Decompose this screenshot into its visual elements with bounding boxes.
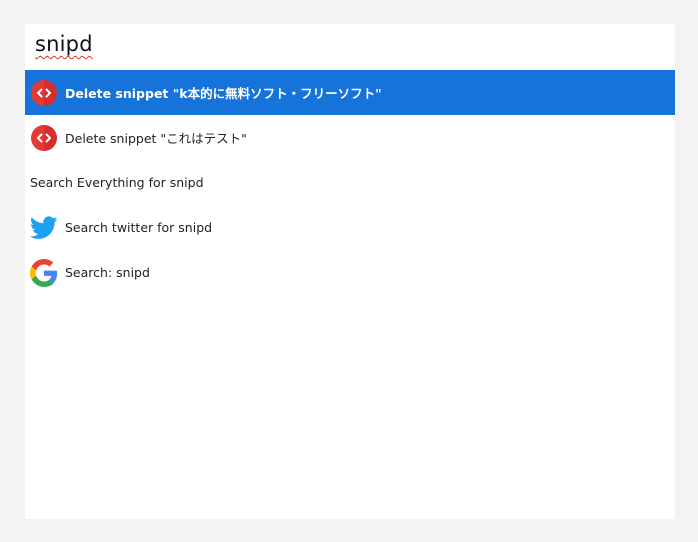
result-label: Search twitter for snipd — [65, 220, 213, 235]
search-box[interactable]: snipd — [25, 24, 675, 70]
result-delete-snippet-2[interactable]: Delete snippet "これはテスト" — [25, 115, 675, 160]
code-snippet-icon — [30, 124, 58, 152]
result-delete-snippet-1[interactable]: Delete snippet "k本的に無料ソフト・フリーソフト" — [25, 70, 675, 115]
result-search-everything[interactable]: Search Everything for snipd — [25, 160, 675, 205]
google-icon — [30, 258, 58, 287]
result-label: Delete snippet "k本的に無料ソフト・フリーソフト" — [65, 86, 382, 101]
search-input[interactable]: snipd — [35, 32, 93, 56]
result-search-google[interactable]: Search: snipd — [25, 250, 675, 295]
result-search-twitter[interactable]: Search twitter for snipd — [25, 205, 675, 250]
launcher-window: snipd Delete snippet "k本的に無料ソフト・フリーソフト" — [25, 24, 675, 519]
results-list: Delete snippet "k本的に無料ソフト・フリーソフト" Delete… — [25, 70, 675, 295]
result-label: Delete snippet "これはテスト" — [65, 131, 247, 146]
result-label: Search Everything for snipd — [30, 175, 204, 190]
result-label: Search: snipd — [65, 265, 150, 280]
code-snippet-icon — [30, 79, 58, 107]
twitter-icon — [30, 214, 58, 242]
